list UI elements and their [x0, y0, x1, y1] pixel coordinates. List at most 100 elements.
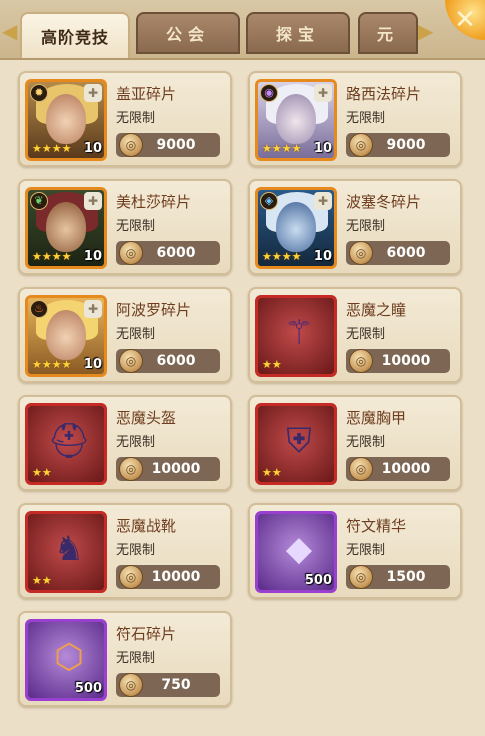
star-rating: ★★: [262, 358, 282, 371]
quantity-badge: 500: [74, 681, 102, 696]
item-name: 符石碎片: [116, 625, 177, 643]
tab-label: 高阶竞技: [40, 28, 109, 47]
shop-item-runestone-fragment[interactable]: ⬡ 500 符石碎片 无限制 750 ◎: [18, 611, 232, 707]
fire-element-icon: ♨: [30, 300, 48, 318]
item-portrait: ❦ ✚ ★★★★ 10: [25, 187, 107, 269]
tab-treasure[interactable]: 探宝: [246, 12, 350, 54]
star-rating: ★★★★: [32, 142, 72, 155]
quantity-badge: 10: [313, 141, 332, 156]
tab-more[interactable]: 元: [358, 12, 418, 54]
coin-icon: ◎: [349, 565, 373, 589]
nature-element-icon: ❦: [30, 192, 48, 210]
item-portrait: ◈ ✚ ★★★★ 10: [255, 187, 337, 269]
shop-item-gaia[interactable]: ✹ ✚ ★★★★ 10 盖亚碎片 无限制 9000 ◎: [18, 71, 232, 167]
boots-icon: ♞: [53, 529, 85, 569]
item-name: 恶魔战靴: [116, 517, 177, 535]
fragment-icon: ✚: [84, 192, 102, 210]
item-portrait: ⛨ ★★: [255, 403, 337, 485]
item-portrait: ♨ ✚ ★★★★ 10: [25, 295, 107, 377]
item-portrait: ⚚ ★★: [255, 295, 337, 377]
item-limit: 无限制: [116, 327, 156, 342]
item-name: 阿波罗碎片: [116, 301, 192, 319]
item-name: 恶魔之瞳: [346, 301, 407, 319]
star-rating: ★★: [262, 466, 282, 479]
scroll-right-arrow-icon[interactable]: ▶: [418, 18, 433, 44]
shop-item-demon-eye[interactable]: ⚚ ★★ 恶魔之瞳 无限制 10000 ◎: [248, 287, 462, 383]
item-limit: 无限制: [116, 543, 156, 558]
shop-item-medusa[interactable]: ❦ ✚ ★★★★ 10 美杜莎碎片 无限制 6000 ◎: [18, 179, 232, 275]
shop-item-apollo[interactable]: ♨ ✚ ★★★★ 10 阿波罗碎片 无限制 6000 ◎: [18, 287, 232, 383]
item-limit: 无限制: [346, 543, 386, 558]
shop-item-rune-essence[interactable]: ◆ 500 符文精华 无限制 1500 ◎: [248, 503, 462, 599]
item-portrait: ◉ ✚ ★★★★ 10: [255, 79, 337, 161]
quantity-badge: 10: [83, 141, 102, 156]
shop-grid: ✹ ✚ ★★★★ 10 盖亚碎片 无限制 9000 ◎ ◉ ✚ ★★★★ 10 …: [0, 60, 485, 736]
tab-label: 元: [376, 25, 399, 44]
coin-icon: ◎: [349, 349, 373, 373]
tab-label: 探宝: [275, 25, 320, 44]
helmet-icon: ⛑: [47, 421, 91, 461]
item-limit: 无限制: [346, 111, 386, 126]
tab-label: 公会: [165, 25, 210, 44]
item-portrait: ♞ ★★: [25, 511, 107, 593]
item-limit: 无限制: [346, 435, 386, 450]
item-portrait: ⛑ ★★: [25, 403, 107, 485]
item-name: 美杜莎碎片: [116, 193, 192, 211]
tab-bar: ◀ 高阶竞技 公会 探宝 元 ▶ ✕: [0, 0, 485, 60]
star-rating: ★★: [32, 574, 52, 587]
item-limit: 无限制: [346, 219, 386, 234]
coin-icon: ◎: [349, 133, 373, 157]
fragment-icon: ✚: [84, 84, 102, 102]
coin-icon: ◎: [349, 457, 373, 481]
item-limit: 无限制: [116, 435, 156, 450]
light-element-icon: ✹: [30, 84, 48, 102]
tab-high-arena[interactable]: 高阶竞技: [20, 12, 130, 58]
coin-icon: ◎: [119, 241, 143, 265]
quantity-badge: 10: [83, 249, 102, 264]
item-portrait: ✹ ✚ ★★★★ 10: [25, 79, 107, 161]
shop-item-demon-chestplate[interactable]: ⛨ ★★ 恶魔胸甲 无限制 10000 ◎: [248, 395, 462, 491]
tab-guild[interactable]: 公会: [136, 12, 240, 54]
item-limit: 无限制: [116, 111, 156, 126]
coin-icon: ◎: [119, 133, 143, 157]
item-name: 盖亚碎片: [116, 85, 177, 103]
fragment-icon: ✚: [84, 300, 102, 318]
runestone-icon: ⬡: [54, 637, 84, 677]
shop-item-demon-helmet[interactable]: ⛑ ★★ 恶魔头盔 无限制 10000 ◎: [18, 395, 232, 491]
star-rating: ★★★★: [32, 250, 72, 263]
star-rating: ★★★★: [262, 250, 302, 263]
item-limit: 无限制: [116, 651, 156, 666]
scepter-icon: ⚚: [283, 313, 315, 353]
item-limit: 无限制: [116, 219, 156, 234]
shop-item-demon-boots[interactable]: ♞ ★★ 恶魔战靴 无限制 10000 ◎: [18, 503, 232, 599]
coin-icon: ◎: [119, 673, 143, 697]
close-icon[interactable]: ✕: [445, 0, 485, 40]
item-name: 恶魔胸甲: [346, 409, 407, 427]
coin-icon: ◎: [349, 241, 373, 265]
water-element-icon: ◈: [260, 192, 278, 210]
crystal-icon: ◆: [285, 529, 313, 569]
quantity-badge: 10: [83, 357, 102, 372]
fragment-icon: ✚: [314, 84, 332, 102]
fragment-icon: ✚: [314, 192, 332, 210]
item-portrait: ⬡ 500: [25, 619, 107, 701]
item-name: 恶魔头盔: [116, 409, 177, 427]
coin-icon: ◎: [119, 349, 143, 373]
dark-element-icon: ◉: [260, 84, 278, 102]
star-rating: ★★★★: [32, 358, 72, 371]
item-portrait: ◆ 500: [255, 511, 337, 593]
shop-item-lucifer[interactable]: ◉ ✚ ★★★★ 10 路西法碎片 无限制 9000 ◎: [248, 71, 462, 167]
chestplate-icon: ⛨: [286, 421, 312, 461]
star-rating: ★★: [32, 466, 52, 479]
scroll-left-arrow-icon[interactable]: ◀: [2, 18, 17, 44]
quantity-badge: 10: [313, 249, 332, 264]
coin-icon: ◎: [119, 565, 143, 589]
item-name: 路西法碎片: [346, 85, 422, 103]
shop-item-poseidon[interactable]: ◈ ✚ ★★★★ 10 波塞冬碎片 无限制 6000 ◎: [248, 179, 462, 275]
item-name: 波塞冬碎片: [346, 193, 422, 211]
item-limit: 无限制: [346, 327, 386, 342]
coin-icon: ◎: [119, 457, 143, 481]
item-name: 符文精华: [346, 517, 407, 535]
quantity-badge: 500: [304, 573, 332, 588]
star-rating: ★★★★: [262, 142, 302, 155]
